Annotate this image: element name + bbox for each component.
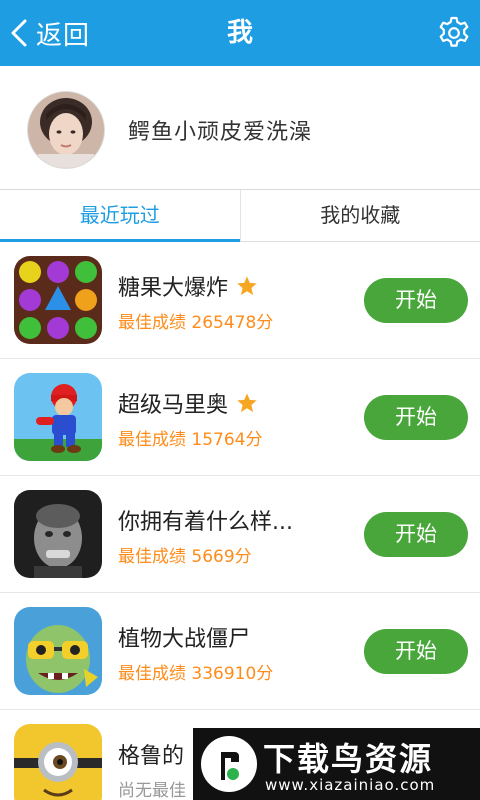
avatar[interactable]: [28, 92, 104, 168]
best-score: 尚无最佳: [118, 781, 186, 800]
minion-game-icon: [14, 724, 102, 800]
game-name: 你拥有着什么样...: [118, 510, 293, 535]
game-name: 糖果大爆炸: [118, 276, 229, 301]
chevron-left-icon: [11, 19, 27, 47]
star-icon: [237, 393, 257, 412]
game-name-row: 格鲁的: [118, 738, 184, 770]
top-bar: 返回 我: [0, 0, 480, 66]
game-name-row: 超级马里奥: [118, 387, 258, 419]
watermark-url: www.xiazainiao.com: [265, 776, 436, 794]
list-item[interactable]: 你拥有着什么样... 最佳成绩 5669分 开始: [0, 476, 480, 593]
start-button[interactable]: 开始: [364, 629, 468, 674]
game-name-row: 植物大战僵尸: [118, 621, 250, 653]
avatar-image: [28, 92, 104, 168]
best-score: 最佳成绩 15764分: [118, 430, 263, 450]
username: 鳄鱼小顽皮爱洗澡: [128, 120, 313, 145]
zombie-game-icon: [14, 607, 102, 695]
game-name-row: 你拥有着什么样...: [118, 504, 293, 536]
list-item[interactable]: 植物大战僵尸 最佳成绩 336910分 开始: [0, 593, 480, 710]
list-item[interactable]: 糖果大爆炸 最佳成绩 265478分 开始: [0, 242, 480, 359]
candy-game-icon: [14, 256, 102, 344]
tab-my-favorites[interactable]: 我的收藏: [239, 190, 480, 241]
game-list: 糖果大爆炸 最佳成绩 265478分 开始 超级马里奥 最佳成绩 15764分 …: [0, 242, 480, 800]
back-label: 返回: [36, 20, 91, 51]
tab-bar: 最近玩过 我的收藏: [0, 190, 480, 242]
start-button[interactable]: 开始: [364, 278, 468, 323]
back-button[interactable]: 返回: [8, 0, 90, 66]
watermark-title: 下载鸟资源: [263, 740, 434, 778]
best-score: 最佳成绩 265478分: [118, 313, 274, 333]
gear-icon[interactable]: [436, 15, 472, 51]
list-item[interactable]: 超级马里奥 最佳成绩 15764分 开始: [0, 359, 480, 476]
watermark-logo-icon: [201, 736, 257, 792]
best-score: 最佳成绩 5669分: [118, 547, 252, 567]
tab-recently-played[interactable]: 最近玩过: [0, 190, 240, 242]
star-icon: [237, 276, 257, 295]
game-name: 格鲁的: [118, 744, 185, 769]
face-game-icon: [14, 490, 102, 578]
best-score: 最佳成绩 336910分: [118, 664, 274, 684]
watermark-banner: 下载鸟资源 www.xiazainiao.com: [193, 728, 480, 800]
start-button[interactable]: 开始: [364, 395, 468, 440]
game-name-row: 糖果大爆炸: [118, 270, 258, 302]
game-name: 超级马里奥: [118, 393, 229, 418]
game-name: 植物大战僵尸: [118, 627, 251, 652]
start-button[interactable]: 开始: [364, 512, 468, 557]
profile-section: 鳄鱼小顽皮爱洗澡: [0, 66, 480, 190]
mario-game-icon: [14, 373, 102, 461]
